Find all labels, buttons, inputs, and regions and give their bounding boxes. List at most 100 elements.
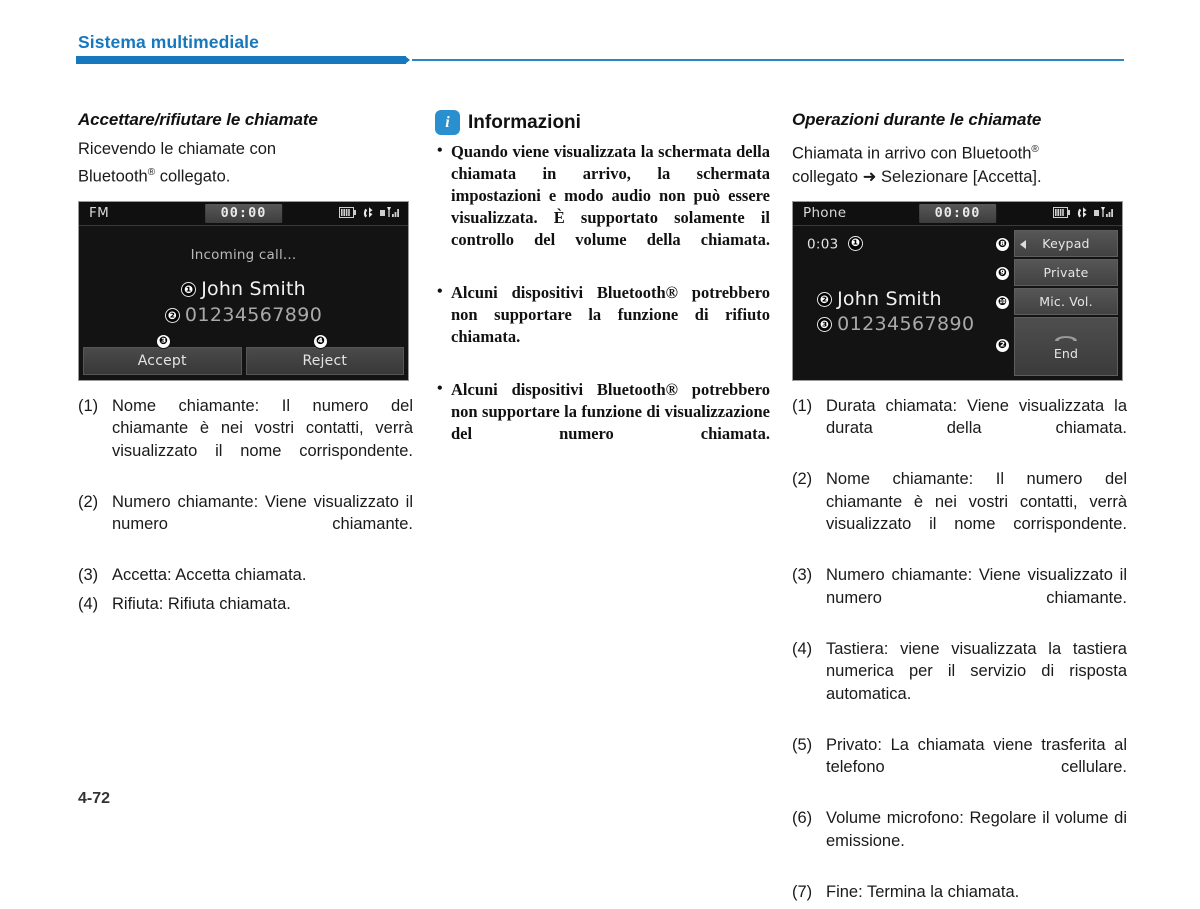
- page-header: Sistema multimediale: [0, 0, 1200, 70]
- signal-icon: [380, 207, 399, 217]
- right-intro-line2: collegato ➜ Selezionare [Accetta].: [792, 167, 1042, 186]
- callout-badge-3: ❸: [156, 333, 171, 349]
- device-clock: 00:00: [204, 203, 283, 223]
- info-header: i Informazioni: [435, 110, 770, 135]
- battery-icon: [1053, 206, 1070, 218]
- list-item: (4) Tastiera: viene visualizzata la tasti…: [792, 638, 1127, 728]
- right-intro-line1: Chiamata in arrivo con Bluetooth®: [792, 138, 1127, 166]
- incoming-call-buttons: Accept Reject: [83, 346, 404, 375]
- caller-name-row: ❶ John Smith: [79, 278, 408, 300]
- caller-name: John Smith: [201, 277, 306, 300]
- keypad-button[interactable]: Keypad: [1014, 229, 1118, 257]
- list-item: (3) Numero chiamante: Viene visualizzato …: [792, 564, 1127, 632]
- incoming-caller-info: ❶ John Smith ❷ 01234567890: [79, 278, 408, 330]
- left-caption-list: (1) Nome chiamante: Il numero del chiaman…: [78, 395, 413, 616]
- section-heading-accept-reject: Accettare/rifiutare le chiamate: [78, 110, 318, 129]
- caption-number: (6): [792, 809, 813, 827]
- keypad-label: Keypad: [1042, 235, 1090, 251]
- caller-number: 01234567890: [837, 312, 975, 335]
- in-call-screenshot: Phone 00:00 0:03 ❶ ❷ John Smith ❸ 012345…: [792, 200, 1123, 381]
- right-column: Operazioni durante le chiamate Chiamata …: [792, 110, 1127, 909]
- device-status-bar: FM 00:00: [79, 201, 408, 226]
- header-accent-bar: [76, 56, 410, 64]
- caption-text: Rifiuta: Rifiuta chiamata.: [112, 594, 291, 613]
- caption-text: Durata chiamata: Viene visualizzata la d…: [826, 396, 1127, 438]
- caption-text: Nome chiamante: Il numero del chiamante …: [826, 470, 1127, 533]
- mic-volume-label: Mic. Vol.: [1039, 293, 1093, 309]
- left-intro-line1: Ricevendo le chiamate con: [78, 140, 277, 158]
- caption-number: (3): [78, 566, 99, 584]
- caller-number: 01234567890: [184, 303, 323, 326]
- caption-number: (4): [792, 639, 813, 658]
- callout-badge-1: ❶: [848, 235, 864, 251]
- end-call-button[interactable]: End: [1014, 316, 1118, 376]
- in-call-button-panel: Keypad Private Mic. Vol. End: [1014, 229, 1118, 376]
- caption-text: Volume microfono: Regolare il volume di …: [826, 809, 1127, 850]
- end-label: End: [1053, 345, 1079, 361]
- bluetooth-word: Bluetooth: [78, 167, 148, 186]
- device-status-bar: Phone 00:00: [793, 201, 1122, 226]
- section-heading-during-call: Operazioni durante le chiamate: [792, 110, 1042, 129]
- registered-mark: ®: [1031, 144, 1039, 155]
- callout-badge-3: ❸: [817, 317, 832, 333]
- list-item: (1) Nome chiamante: Il numero del chiaman…: [78, 395, 413, 485]
- list-item: (5) Privato: La chiamata viene trasferita…: [792, 734, 1127, 802]
- callout-badge-5: ❾: [995, 265, 1010, 281]
- caption-text: Fine: Termina la chiamata.: [826, 882, 1020, 901]
- info-bullet-list: Quando viene visualizzata la schermata d…: [435, 140, 770, 467]
- list-item: (2) Numero chiamante: Viene visualizzato …: [78, 491, 413, 559]
- in-call-info-panel: 0:03 ❶ ❷ John Smith ❸ 01234567890: [793, 226, 1008, 380]
- list-item: (2) Nome chiamante: Il numero del chiaman…: [792, 468, 1127, 558]
- device-status-icons: [339, 206, 400, 219]
- call-duration-row: 0:03 ❶: [807, 235, 864, 252]
- callout-badge-1: ❶: [181, 282, 197, 298]
- caption-text: Numero chiamante: Viene visualizzato il …: [112, 492, 413, 534]
- right-intro-text: Chiamata in arrivo con Bluetooth: [792, 144, 1032, 163]
- caller-number-row: ❸ 01234567890: [817, 313, 974, 335]
- caption-number: (7): [792, 882, 813, 901]
- callout-badge-4: ❽: [995, 236, 1010, 252]
- left-intro-line2-tail: collegato.: [155, 167, 231, 186]
- caption-text: Nome chiamante: Il numero del chiamante …: [112, 396, 413, 460]
- left-intro-line2: Bluetooth® collegato.: [78, 161, 413, 189]
- in-call-body: 0:03 ❶ ❷ John Smith ❸ 01234567890 Keypad…: [793, 225, 1122, 380]
- caption-number: (5): [792, 735, 813, 754]
- list-item: (1) Durata chiamata: Viene visualizzata l…: [792, 395, 1127, 463]
- caption-text: Accetta: Accetta chiamata.: [112, 566, 307, 584]
- list-item: (6) Volume microfono: Regolare il volume …: [792, 807, 1127, 875]
- list-item: (4) Rifiuta: Rifiuta chiamata.: [78, 593, 413, 616]
- info-bullet-text: Quando viene visualizzata la schermata d…: [451, 142, 770, 249]
- caption-number: (1): [78, 396, 99, 415]
- mic-volume-button[interactable]: Mic. Vol.: [1014, 287, 1118, 315]
- incoming-call-screenshot: FM 00:00 Incoming call... ❶ John Smith ❷…: [78, 200, 409, 381]
- caller-name-row: ❷ John Smith: [817, 288, 974, 310]
- registered-mark: ®: [147, 167, 156, 178]
- callout-badge-4: ❹: [313, 333, 328, 349]
- info-bullet-text: Alcuni dispositivi Bluetooth® potrebbero…: [451, 380, 770, 443]
- device-source-label: FM: [89, 205, 110, 221]
- private-button[interactable]: Private: [1014, 258, 1118, 286]
- in-call-caller-info: ❷ John Smith ❸ 01234567890: [817, 288, 974, 338]
- caption-number: (1): [792, 396, 813, 415]
- reject-button[interactable]: Reject: [245, 346, 404, 375]
- info-title: Informazioni: [468, 111, 581, 133]
- caller-name: John Smith: [837, 287, 942, 310]
- caller-number-row: ❷ 01234567890: [79, 304, 408, 326]
- left-column: Accettare/rifiutare le chiamate Ricevend…: [78, 110, 413, 621]
- device-clock: 00:00: [918, 203, 997, 223]
- caption-number: (2): [792, 470, 813, 488]
- chevron-left-icon: [1020, 239, 1026, 249]
- incoming-call-status-text: Incoming call...: [190, 246, 297, 263]
- page-number: 4-72: [78, 790, 111, 807]
- bluetooth-phone-icon: [363, 206, 373, 217]
- info-icon: i: [435, 110, 460, 135]
- accept-button[interactable]: Accept: [83, 346, 242, 375]
- caption-number: (4): [78, 594, 99, 613]
- caption-text: Tastiera: viene visualizzata la tastiera…: [826, 639, 1127, 703]
- caption-number: (2): [78, 492, 99, 511]
- device-source-label: Phone: [803, 205, 847, 221]
- private-label: Private: [1043, 264, 1089, 280]
- caption-number: (3): [792, 566, 813, 584]
- list-item: Quando viene visualizzata la schermata d…: [435, 140, 770, 273]
- hangup-phone-icon: [1055, 335, 1077, 341]
